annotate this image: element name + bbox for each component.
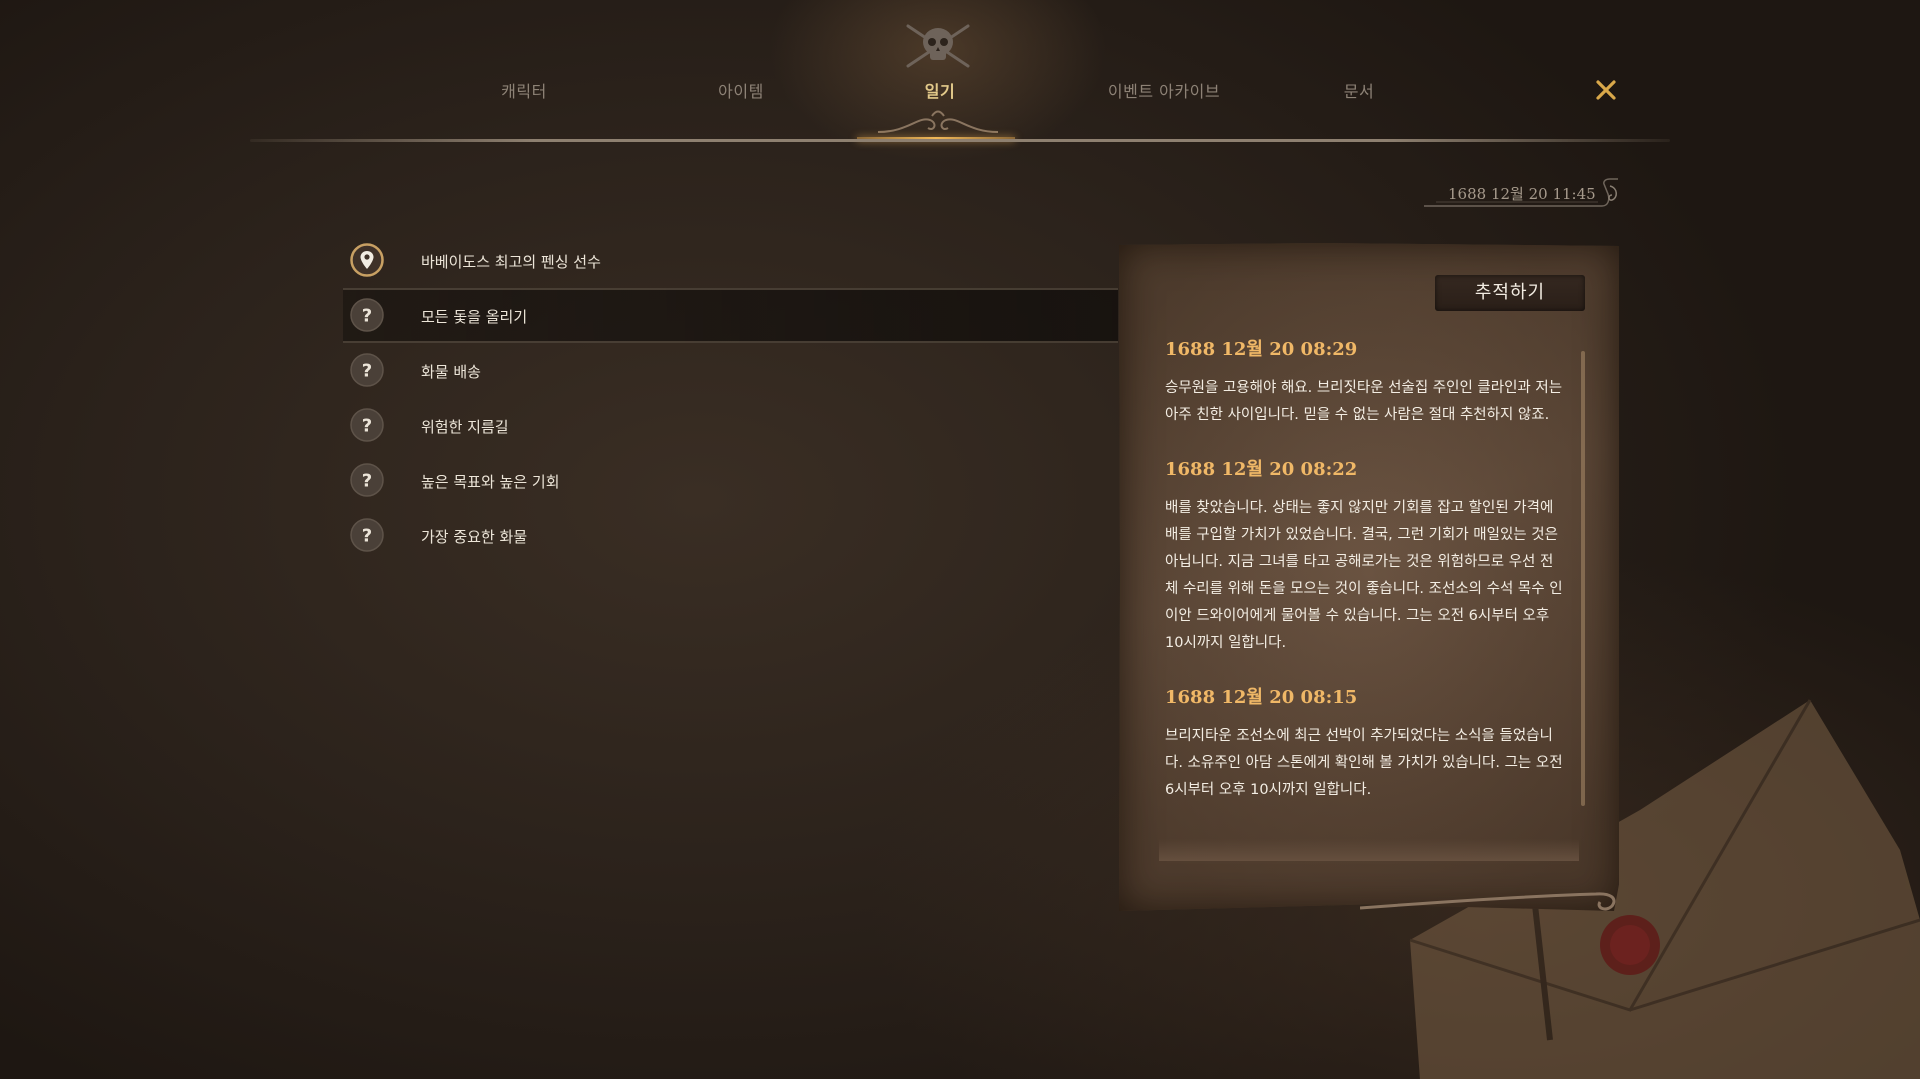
journal-panel: 추적하기 1688 12월 20 08:29 승무원을 고용해야 해요. 브리짓… [1119, 243, 1619, 911]
tab-character[interactable]: 캐릭터 [501, 78, 547, 104]
parchment-curl [1360, 892, 1616, 911]
entry-date: 1688 12월 20 08:29 [1165, 339, 1358, 360]
quest-label: 높은 목표와 높은 기회 [421, 473, 560, 491]
question-mark-icon: ? [350, 463, 384, 497]
entry-text: 브리지타운 조선소에 최근 선박이 추가되었다는 소식을 들었습니다. 소유주인… [1165, 728, 1563, 798]
svg-text:?: ? [362, 306, 372, 327]
close-icon[interactable] [1594, 78, 1618, 102]
quest-label: 위험한 지름길 [421, 418, 509, 436]
tab-journal[interactable]: 일기 [925, 78, 955, 104]
journal-entries[interactable]: 1688 12월 20 08:29 승무원을 고용해야 해요. 브리짓타운 선술… [1165, 335, 1565, 858]
svg-text:?: ? [362, 416, 372, 437]
quest-item[interactable]: ? 가장 중요한 화물 [343, 508, 1118, 563]
active-tab-ornament [877, 110, 999, 133]
quest-label: 가장 중요한 화물 [421, 528, 528, 546]
nav-divider [250, 139, 1670, 142]
map-pin-icon [350, 243, 384, 277]
svg-text:?: ? [362, 471, 372, 492]
question-mark-icon: ? [350, 353, 384, 387]
question-mark-icon: ? [350, 518, 384, 552]
journal-scrollbar[interactable] [1581, 351, 1585, 806]
skull-crossbones-icon [906, 24, 970, 68]
tab-documents[interactable]: 문서 [1344, 78, 1374, 104]
track-quest-button[interactable]: 추적하기 [1435, 275, 1585, 311]
question-mark-icon: ? [350, 408, 384, 442]
svg-text:?: ? [362, 526, 372, 547]
quest-item[interactable]: ? 위험한 지름길 [343, 398, 1118, 453]
journal-entry: 1688 12월 20 08:15 브리지타운 조선소에 최근 선박이 추가되었… [1165, 683, 1565, 804]
entry-date: 1688 12월 20 08:15 [1165, 687, 1358, 708]
scroll-fade [1159, 839, 1579, 861]
datetime-text: 1688 12월 20 11:45 [1448, 185, 1596, 203]
journal-entry: 1688 12월 20 08:29 승무원을 고용해야 해요. 브리짓타운 선술… [1165, 335, 1565, 429]
quest-item-selected[interactable]: ? 모든 돛을 올리기 [343, 288, 1118, 343]
svg-text:?: ? [362, 361, 372, 382]
quest-item[interactable]: ? 높은 목표와 높은 기회 [343, 453, 1118, 508]
entry-text: 승무원을 고용해야 해요. 브리짓타운 선술집 주인인 클라인과 저는 아주 친… [1165, 380, 1563, 423]
journal-entry: 1688 12월 20 08:22 배를 찾았습니다. 상태는 좋지 않지만 기… [1165, 455, 1565, 657]
question-mark-icon: ? [350, 298, 384, 332]
entry-text: 배를 찾았습니다. 상태는 좋지 않지만 기회를 잡고 할인된 가격에 배를 구… [1165, 500, 1563, 651]
quest-list: 바베이도스 최고의 펜싱 선수 ? 모든 돛을 올리기 ? 화물 배송 ? 위험… [343, 233, 1118, 563]
quest-label: 바베이도스 최고의 펜싱 선수 [421, 253, 601, 271]
quest-item[interactable]: ? 화물 배송 [343, 343, 1118, 398]
quest-label: 화물 배송 [421, 363, 481, 381]
top-navigation: 캐릭터 아이템 일기 이벤트 아카이브 문서 [0, 0, 1920, 150]
quest-item[interactable]: 바베이도스 최고의 펜싱 선수 [343, 233, 1118, 288]
current-datetime: 1688 12월 20 11:45 [1422, 178, 1622, 208]
entry-date: 1688 12월 20 08:22 [1165, 459, 1358, 480]
tab-items[interactable]: 아이템 [718, 78, 764, 104]
quest-label: 모든 돛을 올리기 [421, 308, 528, 326]
tab-event-archive[interactable]: 이벤트 아카이브 [1108, 78, 1220, 104]
